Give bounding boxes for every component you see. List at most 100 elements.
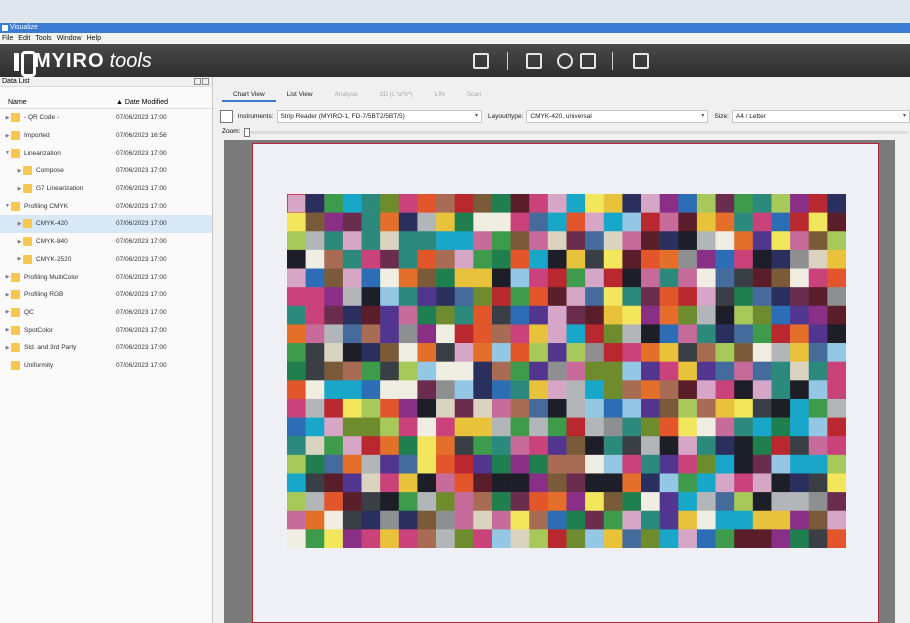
color-patch[interactable]	[361, 473, 381, 493]
color-patch[interactable]	[659, 194, 679, 213]
color-patch[interactable]	[771, 249, 791, 269]
color-patch[interactable]	[603, 212, 623, 232]
color-patch[interactable]	[436, 473, 455, 493]
color-patch[interactable]	[734, 249, 754, 269]
color-patch[interactable]	[529, 287, 549, 307]
color-patch[interactable]	[827, 305, 846, 325]
color-patch[interactable]	[417, 436, 437, 456]
color-patch[interactable]	[491, 492, 511, 512]
color-patch[interactable]	[361, 380, 381, 400]
color-patch[interactable]	[585, 287, 605, 307]
color-patch[interactable]	[622, 417, 642, 437]
color-patch[interactable]	[398, 287, 418, 307]
color-patch[interactable]	[398, 473, 418, 493]
color-patch[interactable]	[436, 361, 455, 381]
color-patch[interactable]	[808, 492, 828, 512]
color-patch[interactable]	[510, 361, 530, 381]
color-patch[interactable]	[305, 492, 325, 512]
color-patch[interactable]	[547, 268, 567, 288]
color-patch[interactable]	[473, 305, 493, 325]
color-patch[interactable]	[529, 231, 549, 251]
chevron-right-icon[interactable]: ▶	[4, 292, 11, 298]
color-patch[interactable]	[380, 417, 400, 437]
color-patch[interactable]	[566, 194, 586, 213]
color-patch[interactable]	[752, 268, 772, 288]
color-patch[interactable]	[324, 361, 344, 381]
color-patch[interactable]	[324, 510, 344, 530]
tree-item[interactable]: ▶ Std. and 3rd Party 07/06/2023 17:00	[0, 339, 212, 357]
color-patch[interactable]	[436, 343, 455, 362]
color-patch[interactable]	[287, 343, 306, 362]
color-patch[interactable]	[342, 231, 362, 251]
color-patch[interactable]	[641, 510, 660, 530]
color-patch[interactable]	[771, 529, 791, 548]
color-patch[interactable]	[380, 473, 400, 493]
color-patch[interactable]	[305, 231, 325, 251]
color-patch[interactable]	[790, 454, 810, 474]
color-patch[interactable]	[790, 212, 810, 232]
color-patch[interactable]	[752, 492, 772, 512]
color-patch[interactable]	[305, 529, 325, 548]
color-patch[interactable]	[491, 324, 511, 344]
color-patch[interactable]	[324, 492, 344, 512]
color-patch[interactable]	[436, 492, 455, 512]
color-patch[interactable]	[808, 212, 828, 232]
color-patch[interactable]	[827, 398, 846, 418]
color-patch[interactable]	[696, 417, 716, 437]
color-patch[interactable]	[585, 398, 605, 418]
color-patch[interactable]	[659, 436, 679, 456]
color-patch[interactable]	[678, 212, 698, 232]
color-patch[interactable]	[641, 343, 660, 362]
instruments-select[interactable]: Strip Reader (MYIRO-1, FD-7/5BT2/5BT/5) …	[276, 109, 482, 123]
color-patch[interactable]	[808, 268, 828, 288]
color-patch[interactable]	[659, 380, 679, 400]
color-patch[interactable]	[827, 473, 846, 493]
color-patch[interactable]	[510, 398, 530, 418]
color-patch[interactable]	[305, 436, 325, 456]
color-patch[interactable]	[603, 268, 623, 288]
color-patch[interactable]	[585, 231, 605, 251]
color-patch[interactable]	[752, 436, 772, 456]
color-patch[interactable]	[305, 287, 325, 307]
color-patch[interactable]	[715, 287, 735, 307]
color-patch[interactable]	[529, 380, 549, 400]
color-patch[interactable]	[808, 510, 828, 530]
color-patch[interactable]	[696, 268, 716, 288]
color-patch[interactable]	[510, 473, 530, 493]
color-patch[interactable]	[547, 287, 567, 307]
color-patch[interactable]	[622, 231, 642, 251]
color-patch[interactable]	[398, 492, 418, 512]
color-patch[interactable]	[287, 212, 306, 232]
color-patch[interactable]	[808, 324, 828, 344]
color-patch[interactable]	[752, 249, 772, 269]
color-patch[interactable]	[641, 492, 660, 512]
color-patch[interactable]	[287, 231, 306, 251]
color-patch[interactable]	[659, 324, 679, 344]
color-patch[interactable]	[622, 249, 642, 269]
color-patch[interactable]	[641, 231, 660, 251]
color-patch[interactable]	[603, 287, 623, 307]
color-patch[interactable]	[491, 287, 511, 307]
color-patch[interactable]	[473, 212, 493, 232]
color-patch[interactable]	[380, 343, 400, 362]
color-patch[interactable]	[287, 249, 306, 269]
color-patch[interactable]	[454, 231, 474, 251]
color-patch[interactable]	[436, 380, 455, 400]
color-patch[interactable]	[622, 436, 642, 456]
color-patch[interactable]	[398, 194, 418, 213]
color-patch[interactable]	[771, 212, 791, 232]
color-patch[interactable]	[417, 361, 437, 381]
chevron-down-icon[interactable]: ▼	[4, 150, 11, 156]
color-patch[interactable]	[398, 212, 418, 232]
color-patch[interactable]	[771, 268, 791, 288]
color-patch[interactable]	[417, 212, 437, 232]
color-patch[interactable]	[287, 454, 306, 474]
color-patch[interactable]	[436, 398, 455, 418]
color-patch[interactable]	[510, 212, 530, 232]
color-patch[interactable]	[585, 268, 605, 288]
color-patch[interactable]	[398, 510, 418, 530]
color-patch[interactable]	[641, 473, 660, 493]
chevron-right-icon[interactable]: ▶	[4, 115, 11, 121]
color-patch[interactable]	[436, 305, 455, 325]
tree-item[interactable]: ▶ Profiling RGB 07/06/2023 17:00	[0, 286, 212, 304]
